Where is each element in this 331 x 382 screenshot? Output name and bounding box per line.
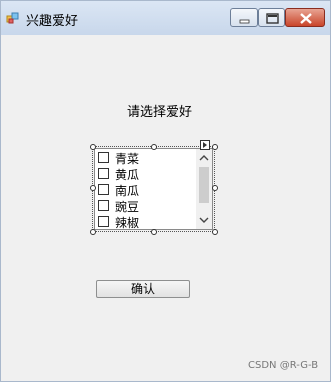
- resize-handle[interactable]: [151, 229, 157, 235]
- resize-handle[interactable]: [151, 144, 157, 150]
- app-icon: [6, 12, 19, 24]
- list-item-label: 豌豆: [115, 200, 140, 214]
- list-item[interactable]: 辣椒: [97, 214, 197, 230]
- checkbox[interactable]: [98, 184, 109, 195]
- vertical-scrollbar[interactable]: [196, 149, 212, 229]
- smart-tag-button[interactable]: [200, 140, 210, 150]
- hobby-checked-listbox[interactable]: 青菜 黄瓜 南瓜 豌豆 辣椒: [94, 148, 213, 230]
- minimize-icon: [239, 19, 250, 24]
- list-item[interactable]: 豌豆: [97, 198, 197, 214]
- list-item[interactable]: 黄瓜: [97, 166, 197, 182]
- watermark: CSDN @R-G-B: [248, 360, 319, 371]
- maximize-button[interactable]: [258, 8, 285, 27]
- close-icon: [300, 13, 312, 24]
- resize-handle[interactable]: [212, 185, 218, 191]
- scroll-thumb[interactable]: [199, 167, 209, 203]
- maximize-icon: [266, 13, 279, 24]
- resize-handle[interactable]: [212, 144, 218, 150]
- list-item-label: 南瓜: [115, 184, 140, 198]
- scroll-down-icon[interactable]: [196, 213, 212, 227]
- confirm-button[interactable]: 确认: [96, 280, 190, 298]
- list-item[interactable]: 南瓜: [97, 182, 197, 198]
- checkbox[interactable]: [98, 152, 109, 163]
- resize-handle[interactable]: [90, 229, 96, 235]
- list-item-label: 青菜: [115, 152, 140, 166]
- checkbox[interactable]: [98, 200, 109, 211]
- checkbox[interactable]: [98, 168, 109, 179]
- window-title: 兴趣爱好: [26, 14, 79, 29]
- checkbox[interactable]: [98, 216, 109, 227]
- minimize-button[interactable]: [230, 8, 258, 27]
- close-button[interactable]: [285, 8, 325, 27]
- list-item[interactable]: 青菜: [97, 150, 197, 166]
- list-item-label: 黄瓜: [115, 168, 140, 182]
- prompt-label: 请选择爱好: [127, 105, 193, 120]
- title-bar[interactable]: 兴趣爱好: [1, 1, 330, 35]
- resize-handle[interactable]: [212, 229, 218, 235]
- resize-handle[interactable]: [90, 185, 96, 191]
- resize-handle[interactable]: [90, 144, 96, 150]
- scroll-up-icon[interactable]: [196, 151, 212, 165]
- play-arrow-icon: [203, 142, 207, 148]
- list-item-label: 辣椒: [115, 216, 140, 230]
